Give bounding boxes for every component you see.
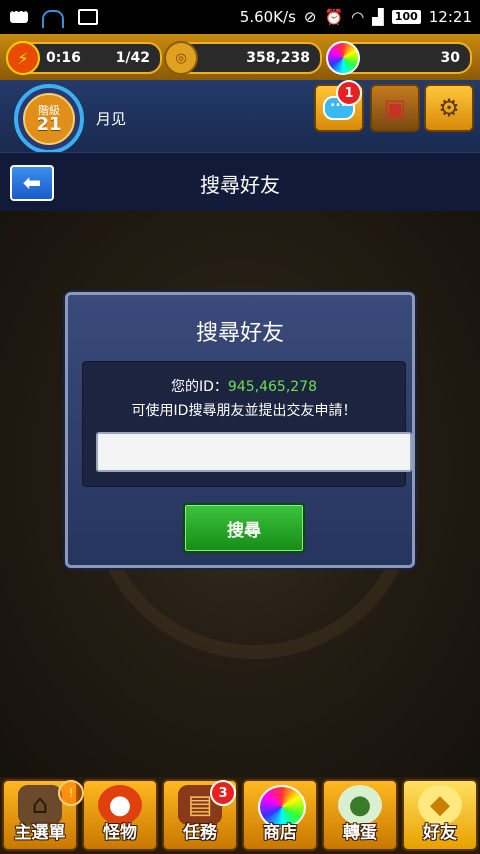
screenshot-icon (78, 9, 98, 25)
gift-box-icon: ▣ (383, 94, 407, 122)
friend-id-input[interactable] (96, 432, 412, 472)
nav-gacha[interactable]: ● 轉蛋 (322, 779, 398, 851)
coin-icon: ◎ (164, 41, 198, 75)
quest-notification-badge: 3 (210, 780, 236, 806)
coin-value: 358,238 (246, 50, 310, 66)
player-header: 階級 21 月见 ▣ ⚙ (0, 80, 480, 154)
page-header: ⬅ 搜尋好友 (0, 152, 480, 212)
rank-number: 21 (36, 113, 62, 135)
gear-icon: ⚙ (438, 94, 460, 122)
my-id-line: 您的ID：945,465,278 (83, 376, 405, 396)
player-name: 月见 (96, 110, 127, 128)
gift-button[interactable]: ▣ (370, 84, 420, 132)
silent-icon: ⊘ (303, 8, 317, 26)
headset-icon (42, 10, 64, 28)
orb-value: 30 (440, 50, 460, 66)
chat-notification-badge: 1 (336, 80, 362, 106)
nav-monsters[interactable]: ● 怪物 (82, 779, 158, 851)
signal-icon: ▟ (372, 8, 384, 26)
stamina-timer: 0:16 (46, 50, 81, 66)
rank-inner: 階級 21 (23, 93, 75, 145)
search-button[interactable]: 搜尋 (183, 503, 305, 553)
nav-label: 怪物 (103, 823, 137, 843)
battery-indicator: 100 (391, 10, 421, 24)
nav-label: 轉蛋 (343, 823, 377, 843)
alarm-icon: ⏰ (324, 8, 344, 26)
stamina-value: 1/42 (115, 50, 150, 66)
search-hint: 可使用ID搜尋朋友並提出交友申請！ (131, 403, 357, 419)
nav-shop[interactable]: 商店 (242, 779, 318, 851)
search-friend-dialog: 搜尋好友 您的ID：945,465,278 可使用ID搜尋朋友並提出交友申請！ … (65, 292, 415, 568)
nav-label: 主選單 (14, 823, 66, 843)
page-title: 搜尋好友 (200, 173, 280, 197)
settings-button[interactable]: ⚙ (424, 84, 474, 132)
nav-label: 好友 (423, 823, 457, 843)
wifi-icon: ◠ (351, 8, 365, 26)
stamina-bolt-icon: ⚡ (6, 41, 40, 75)
my-id-value: 945,465,278 (227, 379, 317, 395)
rank-badge[interactable]: 階級 21 (14, 84, 84, 154)
message-notification-icon (10, 6, 28, 23)
stamina-meter: ⚡ 0:16 1/42 (6, 41, 162, 75)
my-id-label: 您的ID： (171, 379, 228, 395)
network-speed: 5.60K/s (239, 8, 296, 26)
nav-label: 商店 (263, 823, 297, 843)
dialog-panel: 您的ID：945,465,278 可使用ID搜尋朋友並提出交友申請！ (82, 361, 412, 487)
info-marker-icon: ! (58, 780, 84, 806)
orb-counter: 30 (326, 41, 472, 75)
orb-icon (326, 41, 360, 75)
nav-label: 任務 (183, 823, 217, 843)
system-status-bar: 5.60K/s ⊘ ⏰ ◠ ▟ 100 12:21 (0, 0, 480, 34)
nav-friends[interactable]: ◆ 好友 (402, 779, 478, 851)
resource-bar: ⚡ 0:16 1/42 ◎ 358,238 30 (0, 34, 480, 80)
clock: 12:21 (428, 8, 472, 26)
coin-counter: ◎ 358,238 (164, 41, 322, 75)
dialog-title: 搜尋好友 (195, 321, 284, 346)
